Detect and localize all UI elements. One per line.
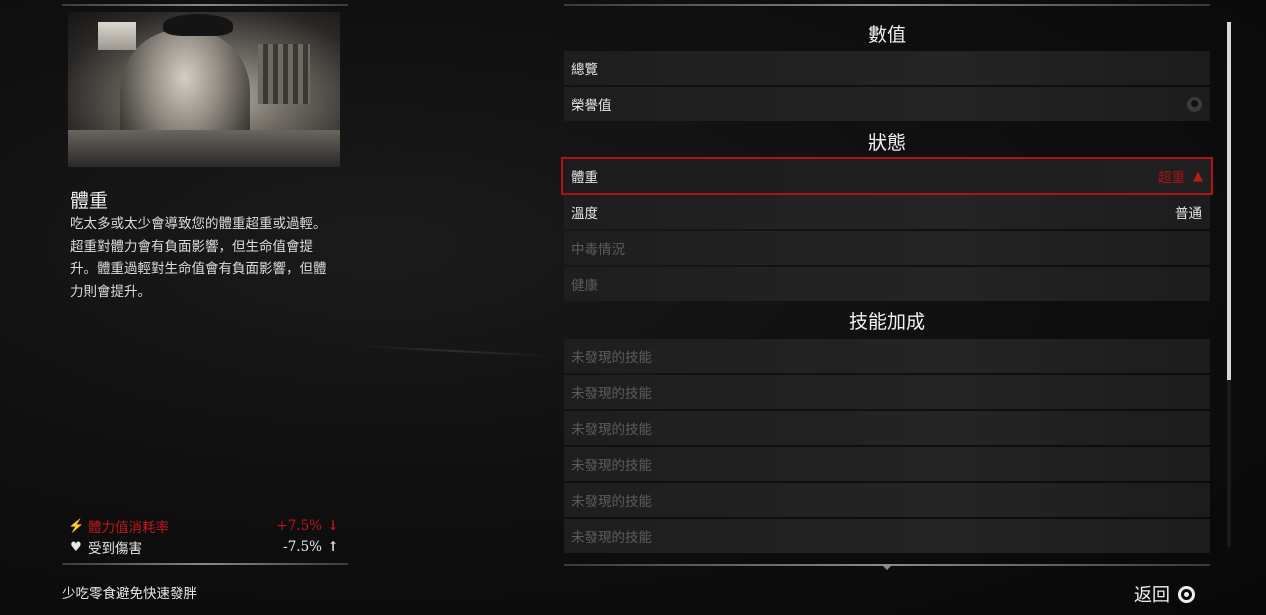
- effect-stamina-drain: ⚡ 體力值消耗率 +7.5% ↓: [68, 516, 340, 536]
- back-label: 返回: [1134, 585, 1170, 606]
- list-item-label: 榮譽值: [571, 98, 612, 114]
- list-item-weight[interactable]: 體重 超重 ▲: [561, 157, 1213, 195]
- section-header-stats: 數值: [867, 24, 906, 46]
- list-item-label: 未發現的技能: [571, 386, 652, 402]
- list-item-label: 未發現的技能: [571, 422, 652, 438]
- list-item-label: 中毒情況: [571, 242, 625, 258]
- list-top-divider: [564, 4, 1210, 6]
- list-item-skill[interactable]: 未發現的技能: [564, 375, 1210, 409]
- scrollbar[interactable]: [1227, 22, 1231, 547]
- effect-label: 受到傷害: [88, 541, 142, 557]
- stats-list-panel: 數值 總覽 榮譽值 ● 狀態 體重 超重 ▲ 溫度 普通 中毒情況 健康 技能加…: [561, 0, 1213, 615]
- list-item-label: 體重: [571, 170, 598, 186]
- bottom-divider: [62, 563, 348, 565]
- effect-value: -7.5%: [283, 539, 322, 555]
- top-divider: [62, 4, 348, 6]
- list-item-skill[interactable]: 未發現的技能: [564, 447, 1210, 481]
- heart-icon: ♥: [70, 539, 82, 555]
- weight-status-text: 超重: [1158, 170, 1185, 186]
- list-item-label: 未發現的技能: [571, 494, 652, 510]
- warning-icon: ▲: [1193, 168, 1203, 184]
- back-button[interactable]: 返回: [1134, 581, 1195, 607]
- lightning-icon: ⚡: [68, 518, 85, 534]
- honor-icon: ●: [1187, 96, 1202, 112]
- image-window: [98, 22, 136, 50]
- section-header-status: 狀態: [867, 132, 906, 154]
- list-item-label: 溫度: [571, 206, 598, 222]
- effect-damage-taken: ♥ 受到傷害 -7.5% ↑: [68, 537, 340, 557]
- image-shutter: [258, 44, 310, 104]
- scrollbar-thumb[interactable]: [1227, 22, 1231, 380]
- list-item-temperature[interactable]: 溫度 普通: [564, 195, 1210, 229]
- effect-label: 體力值消耗率: [88, 520, 169, 536]
- scroll-more-caret-icon: [881, 564, 893, 570]
- list-item-skill[interactable]: 未發現的技能: [564, 519, 1210, 553]
- list-item-label: 未發現的技能: [571, 530, 652, 546]
- detail-description: 吃太多或太少會導致您的體重超重或過輕。超重對體力會有負面影響，但生命值會提升。體…: [70, 216, 327, 300]
- image-hat: [163, 14, 233, 36]
- circle-button-icon: [1178, 585, 1195, 603]
- list-item-skill[interactable]: 未發現的技能: [564, 483, 1210, 517]
- list-item-label: 總覽: [571, 62, 598, 78]
- list-item-skill[interactable]: 未發現的技能: [564, 411, 1210, 445]
- detail-panel: 體重 吃太多或太少會導致您的體重超重或過輕。超重對體力會有負面影響，但生命值會提…: [62, 0, 348, 615]
- background-streak: [355, 344, 555, 358]
- down-arrow-icon: ↓: [327, 518, 339, 534]
- list-item-label: 健康: [571, 278, 598, 294]
- detail-title: 體重: [70, 190, 109, 212]
- list-item-value: 超重 ▲: [1158, 166, 1203, 187]
- hint-text: 少吃零食避免快速發胖: [62, 586, 197, 602]
- list-item-honor[interactable]: 榮譽值 ●: [564, 87, 1210, 121]
- detail-image: [68, 12, 340, 167]
- list-item-value: 普通: [1175, 206, 1202, 222]
- section-header-skills: 技能加成: [848, 311, 925, 333]
- up-arrow-icon: ↑: [327, 539, 339, 555]
- list-item-health[interactable]: 健康: [564, 267, 1210, 301]
- list-item-skill[interactable]: 未發現的技能: [564, 339, 1210, 373]
- list-item-poison[interactable]: 中毒情況: [564, 231, 1210, 265]
- effect-value: +7.5%: [276, 518, 322, 534]
- list-item-label: 未發現的技能: [571, 350, 652, 366]
- list-item-label: 未發現的技能: [571, 458, 652, 474]
- list-item-overview[interactable]: 總覽: [564, 51, 1210, 85]
- image-table: [68, 130, 340, 167]
